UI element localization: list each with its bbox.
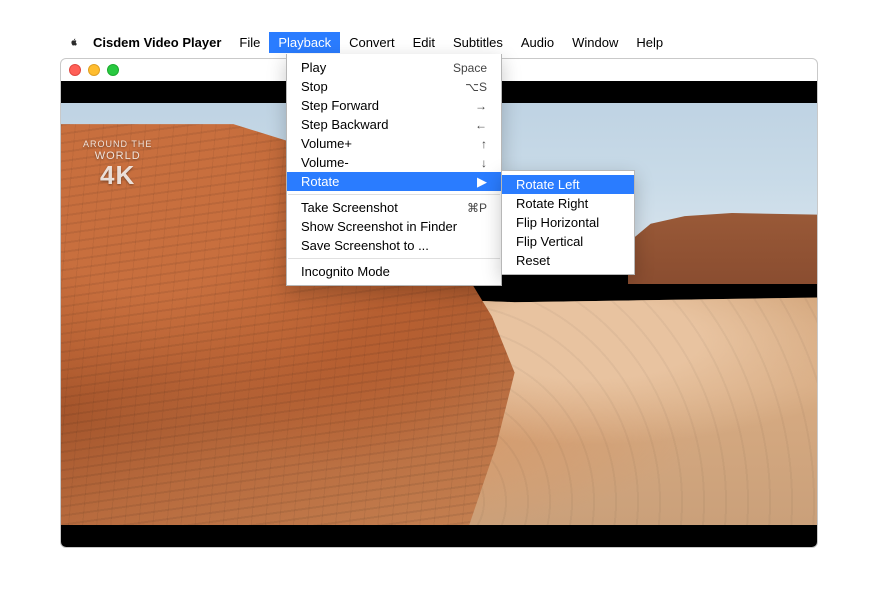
- rotate-submenu: Rotate Left Rotate Right Flip Horizontal…: [501, 170, 635, 275]
- submenu-reset[interactable]: Reset: [502, 251, 634, 270]
- menu-window[interactable]: Window: [563, 32, 627, 53]
- video-watermark: AROUND THE WORLD 4K: [83, 139, 152, 188]
- window-close-button[interactable]: [69, 64, 81, 76]
- menu-rotate[interactable]: Rotate ▶: [287, 172, 501, 191]
- menu-step-backward[interactable]: Step Backward ←: [287, 115, 501, 134]
- menu-label: Rotate Left: [516, 177, 580, 192]
- menu-shortcut: ↑: [449, 137, 487, 151]
- menu-label: Take Screenshot: [301, 200, 398, 215]
- menu-show-screenshot[interactable]: Show Screenshot in Finder: [287, 217, 501, 236]
- menu-label: Save Screenshot to ...: [301, 238, 429, 253]
- menu-shortcut: ⌘P: [449, 201, 487, 215]
- submenu-arrow-icon: ▶: [477, 174, 487, 190]
- menu-play[interactable]: Play Space: [287, 58, 501, 77]
- playback-dropdown: Play Space Stop ⌥S Step Forward → Step B…: [286, 54, 502, 286]
- menu-label: Rotate: [301, 174, 339, 189]
- menu-convert[interactable]: Convert: [340, 32, 404, 53]
- menu-shortcut: ↓: [449, 156, 487, 170]
- menu-help[interactable]: Help: [627, 32, 672, 53]
- system-menubar: Cisdem Video Player File Playback Conver…: [60, 30, 818, 54]
- menu-label: Reset: [516, 253, 550, 268]
- menu-label: Volume+: [301, 136, 352, 151]
- menu-edit[interactable]: Edit: [404, 32, 444, 53]
- menu-playback[interactable]: Playback: [269, 32, 340, 53]
- menu-subtitles[interactable]: Subtitles: [444, 32, 512, 53]
- menu-label: Incognito Mode: [301, 264, 390, 279]
- menu-label: Flip Vertical: [516, 234, 583, 249]
- menu-label: Step Forward: [301, 98, 379, 113]
- menu-volume-down[interactable]: Volume- ↓: [287, 153, 501, 172]
- menu-label: Step Backward: [301, 117, 388, 132]
- submenu-flip-vertical[interactable]: Flip Vertical: [502, 232, 634, 251]
- window-minimize-button[interactable]: [88, 64, 100, 76]
- menu-label: Stop: [301, 79, 328, 94]
- menu-file[interactable]: File: [230, 32, 269, 53]
- menu-label: Play: [301, 60, 326, 75]
- menu-label: Show Screenshot in Finder: [301, 219, 457, 234]
- menu-step-forward[interactable]: Step Forward →: [287, 96, 501, 115]
- submenu-rotate-right[interactable]: Rotate Right: [502, 194, 634, 213]
- menu-label: Flip Horizontal: [516, 215, 599, 230]
- menu-shortcut: Space: [449, 61, 487, 75]
- submenu-flip-horizontal[interactable]: Flip Horizontal: [502, 213, 634, 232]
- menu-shortcut: ⌥S: [449, 80, 487, 94]
- menu-label: Rotate Right: [516, 196, 588, 211]
- menu-shortcut: ←: [449, 118, 487, 132]
- menu-volume-up[interactable]: Volume+ ↑: [287, 134, 501, 153]
- watermark-line1: AROUND THE: [83, 139, 152, 149]
- menu-shortcut: →: [449, 99, 487, 113]
- window-zoom-button[interactable]: [107, 64, 119, 76]
- submenu-rotate-left[interactable]: Rotate Left: [502, 175, 634, 194]
- menu-stop[interactable]: Stop ⌥S: [287, 77, 501, 96]
- menu-separator: [288, 194, 500, 195]
- menu-take-screenshot[interactable]: Take Screenshot ⌘P: [287, 198, 501, 217]
- app-name[interactable]: Cisdem Video Player: [84, 32, 230, 53]
- watermark-line3: 4K: [83, 162, 152, 188]
- menu-audio[interactable]: Audio: [512, 32, 563, 53]
- apple-menu-icon[interactable]: [64, 35, 84, 49]
- menu-save-screenshot-to[interactable]: Save Screenshot to ...: [287, 236, 501, 255]
- menu-separator: [288, 258, 500, 259]
- menu-label: Volume-: [301, 155, 349, 170]
- menu-incognito[interactable]: Incognito Mode: [287, 262, 501, 281]
